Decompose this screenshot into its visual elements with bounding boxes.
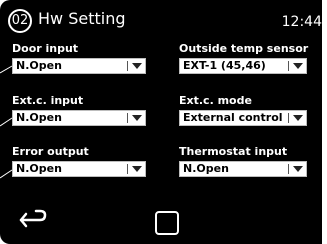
outside-temp-sensor-value: EXT-1 (45,46) xyxy=(183,59,266,72)
dropdown-divider xyxy=(288,113,289,123)
ext-c-input-label: Ext.c. input xyxy=(12,94,84,107)
outside-temp-sensor-label: Outside temp sensor xyxy=(179,42,309,55)
square-home-icon[interactable] xyxy=(155,211,179,235)
ext-c-mode-value: External control xyxy=(183,111,283,124)
dropdown-divider xyxy=(127,61,128,71)
thermostat-input-label: Thermostat input xyxy=(179,145,288,158)
error-output-label: Error output xyxy=(12,145,89,158)
door-input-dropdown[interactable]: N.Open xyxy=(12,58,146,74)
ext-c-input-value: N.Open xyxy=(16,111,62,124)
chevron-down-icon xyxy=(132,115,142,121)
ext-c-mode-label: Ext.c. mode xyxy=(179,94,252,107)
dropdown-divider xyxy=(127,113,128,123)
chevron-down-icon xyxy=(132,63,142,69)
dropdown-divider xyxy=(288,164,289,174)
page-title: Hw Setting xyxy=(38,9,126,28)
error-output-value: N.Open xyxy=(16,162,62,175)
chevron-down-icon xyxy=(293,63,303,69)
dropdown-divider xyxy=(288,61,289,71)
back-arrow-icon[interactable] xyxy=(18,208,48,232)
chevron-down-icon xyxy=(132,166,142,172)
dropdown-divider xyxy=(127,164,128,174)
clock: 12:44 xyxy=(281,14,322,30)
door-input-value: N.Open xyxy=(16,59,62,72)
thermostat-input-dropdown[interactable]: N.Open xyxy=(179,161,307,177)
callout-lines xyxy=(0,65,13,179)
chevron-down-icon xyxy=(293,166,303,172)
ext-c-input-dropdown[interactable]: N.Open xyxy=(12,110,146,126)
door-input-label: Door input xyxy=(12,42,79,55)
thermostat-input-value: N.Open xyxy=(183,162,229,175)
outside-temp-sensor-dropdown[interactable]: EXT-1 (45,46) xyxy=(179,58,307,74)
device-screen: 02 Hw Setting 12:44 Door input N.Open Ex… xyxy=(0,0,322,244)
ext-c-mode-dropdown[interactable]: External control xyxy=(179,110,307,126)
error-output-dropdown[interactable]: N.Open xyxy=(12,161,146,177)
chevron-down-icon xyxy=(293,115,303,121)
